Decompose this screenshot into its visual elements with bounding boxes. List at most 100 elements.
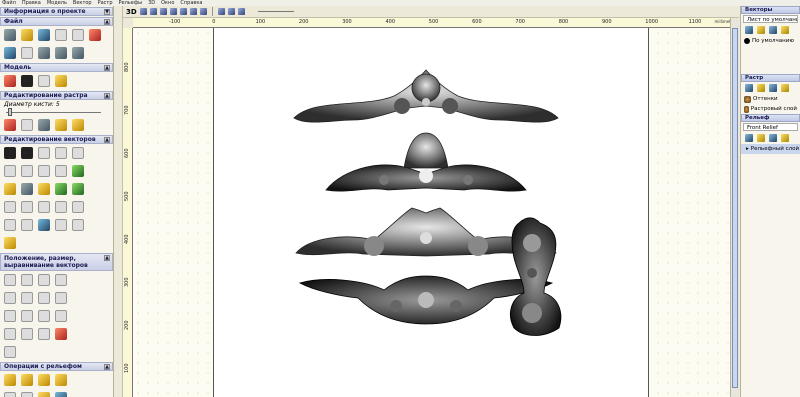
rectangle-icon[interactable] (55, 147, 67, 159)
section-raster-edit[interactable]: Редактирование растра ▲ (0, 91, 113, 100)
new-layer-icon[interactable] (745, 26, 753, 34)
delete-relief-icon[interactable] (781, 134, 789, 142)
save-raster-icon[interactable] (769, 84, 777, 92)
layer-props-icon[interactable] (757, 26, 765, 34)
section-model[interactable]: Модель ▲ (0, 63, 113, 72)
ornament-shell[interactable] (325, 132, 527, 192)
model-sheet[interactable] (213, 28, 649, 397)
align-left-icon[interactable] (4, 274, 16, 286)
measure-icon[interactable] (72, 219, 84, 231)
align-top-icon[interactable] (55, 274, 67, 286)
collapse-icon[interactable]: ▼ (104, 9, 110, 15)
relief-cut-icon[interactable] (55, 392, 67, 397)
relief-props-icon[interactable] (757, 134, 765, 142)
polyline-icon[interactable] (4, 165, 16, 177)
open-file-icon[interactable] (21, 29, 33, 41)
fill-icon[interactable] (55, 119, 67, 131)
offset-icon[interactable] (4, 201, 16, 213)
view-3d-button[interactable]: 3D (126, 8, 137, 16)
redo-icon[interactable] (21, 47, 33, 59)
delete-raster-icon[interactable] (781, 84, 789, 92)
zoom-out-icon[interactable] (159, 8, 167, 15)
undo-icon[interactable] (4, 47, 16, 59)
save-layer-icon[interactable] (769, 26, 777, 34)
section-vector-position[interactable]: Положение, размер, выравнивание векторов… (0, 253, 113, 271)
delete-layer-icon[interactable] (781, 26, 789, 34)
relief-name-field[interactable]: Front Relief (743, 123, 798, 131)
grid-icon[interactable] (72, 165, 84, 177)
scale-icon[interactable] (4, 310, 16, 322)
model-3d-icon[interactable] (21, 75, 33, 87)
section-relief-ops[interactable]: Операции с рельефом ▲ (0, 362, 113, 371)
save-relief-icon[interactable] (769, 134, 777, 142)
raster-layer-item-1[interactable]: Оттенки (741, 94, 800, 104)
section-vector-edit[interactable]: Редактирование векторов ▲ (0, 135, 113, 144)
relief-sweep-icon[interactable] (21, 374, 33, 386)
zoom-fit-icon[interactable] (169, 8, 177, 15)
pattern-icon[interactable] (55, 183, 67, 195)
import-icon[interactable] (38, 47, 50, 59)
display-mode-icon[interactable] (217, 8, 225, 15)
scrollbar-thumb[interactable] (732, 28, 738, 388)
spline-icon[interactable] (21, 183, 33, 195)
zoom-box-icon[interactable] (139, 8, 147, 15)
group-icon[interactable] (55, 292, 67, 304)
relief-layer-item[interactable]: ▸ Рельефный слой (741, 144, 800, 154)
collapse-icon[interactable]: ▲ (104, 93, 110, 99)
relief-sculpt-icon[interactable] (4, 392, 16, 397)
section-file[interactable]: Файл ▲ (0, 17, 113, 26)
zoom-all-icon[interactable] (179, 8, 187, 15)
brush-diameter-slider[interactable] (4, 108, 109, 116)
ornament-arch-top[interactable] (293, 69, 559, 123)
shape-b-icon[interactable] (21, 328, 33, 340)
ellipse-icon[interactable] (21, 165, 33, 177)
export-icon[interactable] (55, 47, 67, 59)
split-view-icon[interactable] (227, 8, 235, 15)
model-page-icon[interactable] (38, 75, 50, 87)
align-center-icon[interactable] (21, 274, 33, 286)
ornament-bracket[interactable] (510, 217, 562, 336)
color-icon[interactable] (199, 8, 207, 15)
raster-props-icon[interactable] (757, 84, 765, 92)
align-bottom-icon[interactable] (4, 292, 16, 304)
new-raster-layer-icon[interactable] (745, 84, 753, 92)
line-icon[interactable] (4, 219, 16, 231)
brush-diameter-value[interactable]: 5 (56, 101, 60, 108)
select-arrow-icon[interactable] (4, 147, 16, 159)
save-icon[interactable] (38, 29, 50, 41)
layer-visibility-icon[interactable] (744, 38, 750, 44)
texture-icon[interactable] (72, 183, 84, 195)
weld-icon[interactable] (38, 310, 50, 322)
zoom-page-icon[interactable] (189, 8, 197, 15)
collapse-icon[interactable]: ▲ (104, 255, 110, 261)
raster-layer-item-2[interactable]: Растровый слой (741, 104, 800, 114)
mirror-icon[interactable] (21, 219, 33, 231)
align-right-icon[interactable] (38, 274, 50, 286)
rotate-icon[interactable] (21, 310, 33, 322)
expand-arrow-icon[interactable]: ▸ (746, 146, 749, 152)
pencil-icon[interactable] (4, 119, 16, 131)
model-texture-icon[interactable] (55, 75, 67, 87)
polygon-icon[interactable] (38, 165, 50, 177)
relief-shape-icon[interactable] (4, 374, 16, 386)
spiral-icon[interactable] (4, 346, 16, 358)
paste-icon[interactable] (89, 29, 101, 41)
shape-a-icon[interactable] (4, 328, 16, 340)
relief-smooth-icon[interactable] (21, 392, 33, 397)
join-icon[interactable] (21, 201, 33, 213)
eraser-icon[interactable] (21, 119, 33, 131)
slider-thumb[interactable] (8, 108, 12, 116)
view-options-icon[interactable] (237, 8, 245, 15)
node-edit-icon[interactable] (21, 147, 33, 159)
section-project-info[interactable]: Информация о проекте ▼ (0, 7, 113, 16)
design-canvas[interactable] (133, 28, 730, 397)
transform-icon[interactable] (38, 147, 50, 159)
brush-icon[interactable] (38, 119, 50, 131)
distribute-icon[interactable] (38, 292, 50, 304)
collapse-icon[interactable]: ▲ (104, 364, 110, 370)
cut-icon[interactable] (55, 29, 67, 41)
print-icon[interactable] (72, 47, 84, 59)
new-file-icon[interactable] (4, 29, 16, 41)
collapse-icon[interactable]: ▲ (104, 137, 110, 143)
toolbar-slider[interactable] (257, 11, 294, 12)
